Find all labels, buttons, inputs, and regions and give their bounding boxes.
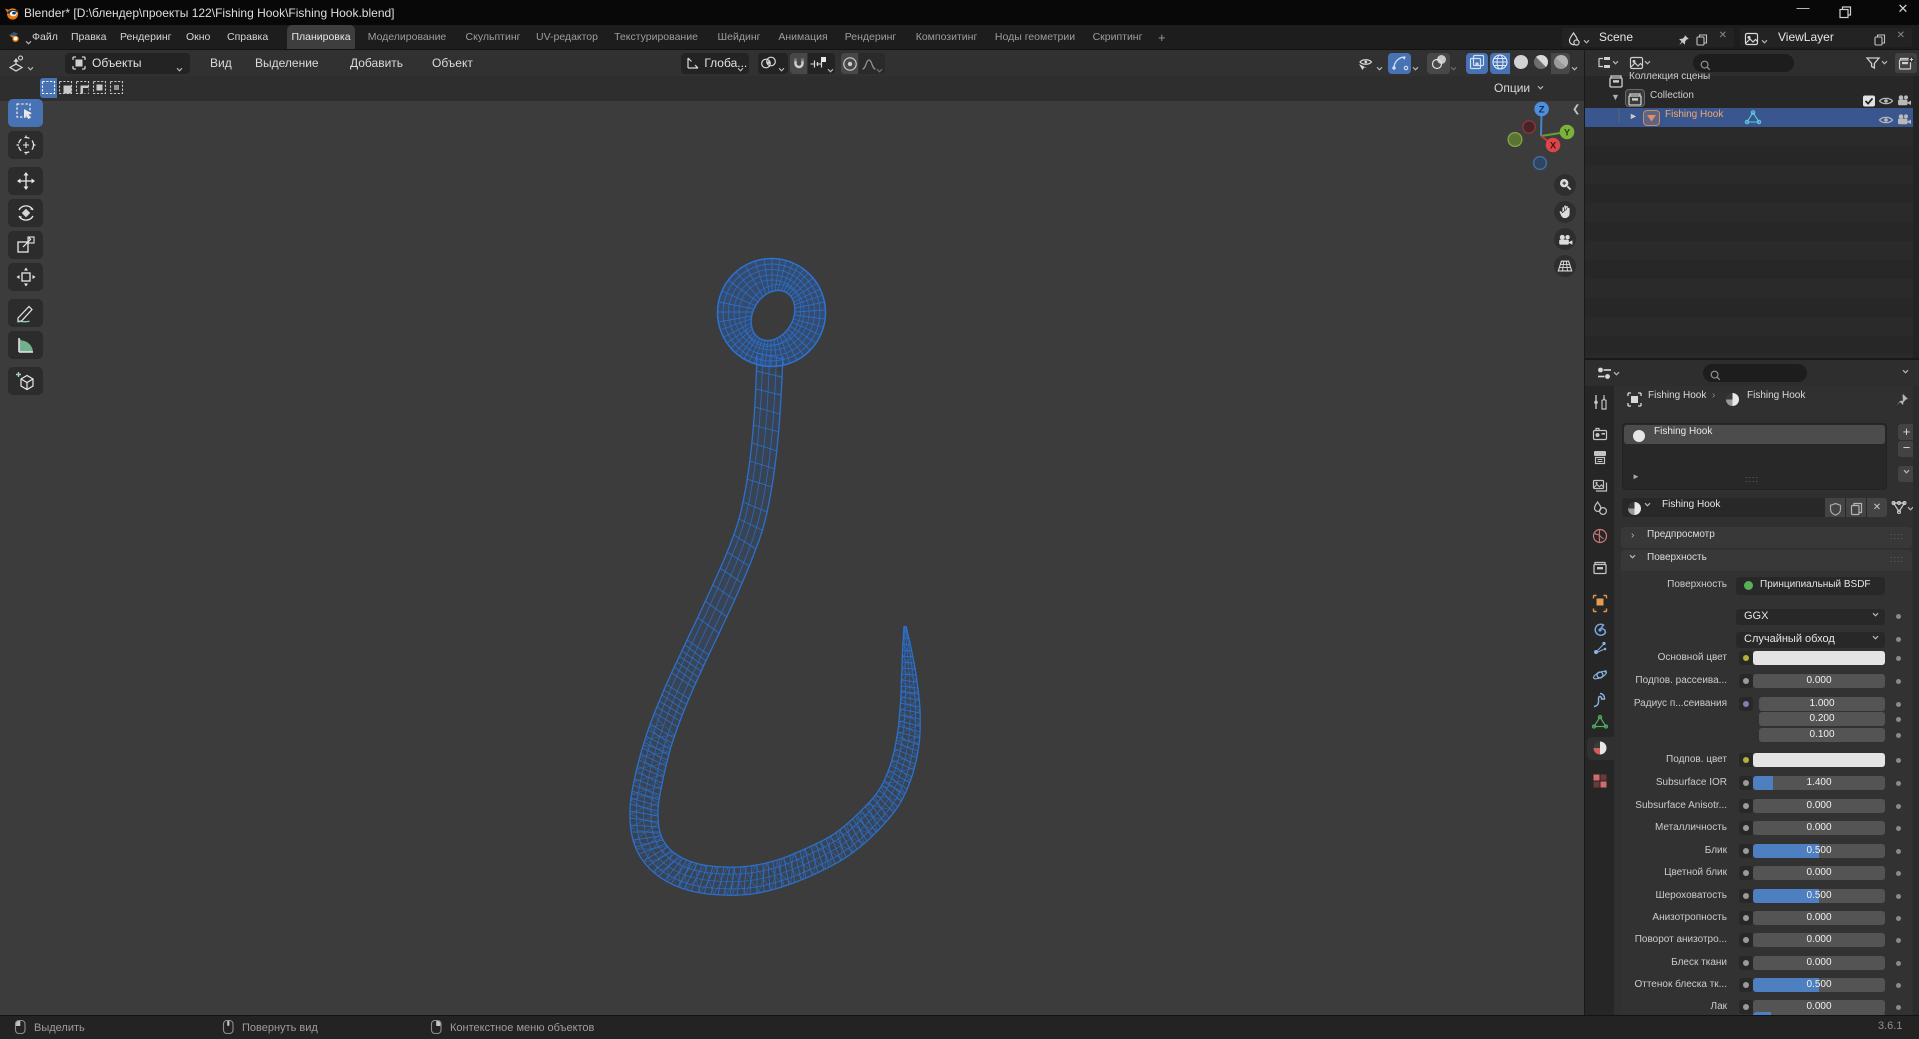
svg-text:X: X	[1550, 140, 1557, 151]
svg-text:Z: Z	[1539, 104, 1545, 115]
svg-text:Y: Y	[1564, 127, 1571, 138]
